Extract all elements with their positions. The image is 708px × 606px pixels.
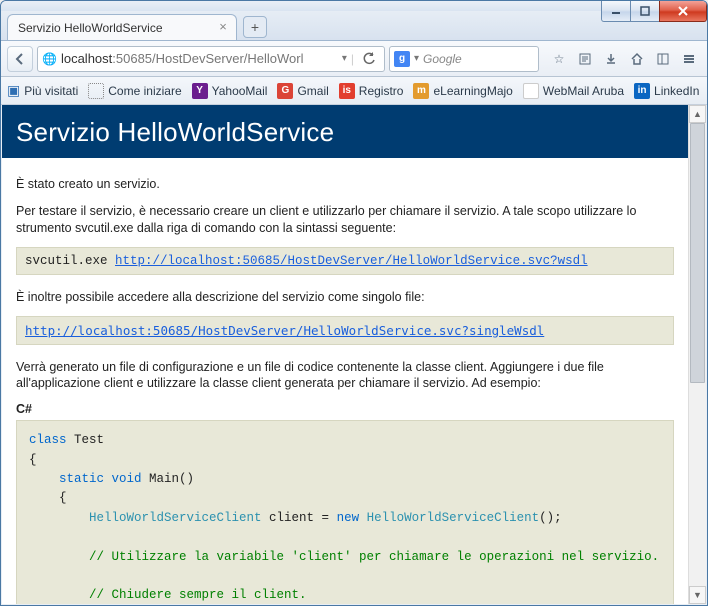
bookmark-linkedin[interactable]: in LinkedIn: [634, 83, 699, 99]
bookmark-elearning[interactable]: m eLearningMajo: [413, 83, 512, 99]
reload-button[interactable]: [358, 48, 380, 70]
scroll-up-icon[interactable]: ▲: [689, 105, 706, 123]
bookmark-webmail-aruba[interactable]: WebMail Aruba: [523, 83, 624, 99]
single-wsdl-block: http://localhost:50685/HostDevServer/Hel…: [16, 316, 674, 345]
linkedin-icon: in: [634, 83, 650, 99]
single-wsdl-link[interactable]: http://localhost:50685/HostDevServer/Hel…: [25, 323, 544, 338]
bookmark-yahoomail[interactable]: Y YahooMail: [192, 83, 268, 99]
bookmark-getting-started[interactable]: Come iniziare: [88, 83, 181, 99]
url-history-dropdown-icon[interactable]: ▾: [342, 53, 347, 64]
getting-started-icon: [88, 83, 104, 99]
browser-tab[interactable]: Servizio HelloWorldService ×: [7, 14, 237, 40]
bookmarks-toolbar: ▣ Più visitati Come iniziare Y YahooMail…: [1, 77, 707, 105]
scroll-down-icon[interactable]: ▼: [689, 586, 706, 604]
bookmark-gmail[interactable]: G Gmail: [277, 83, 328, 99]
window-close-button[interactable]: [659, 1, 707, 22]
menu-button[interactable]: [677, 46, 701, 72]
window-minimize-button[interactable]: [601, 1, 631, 22]
back-button[interactable]: [7, 46, 33, 72]
page-title: Servizio HelloWorldService: [16, 117, 674, 148]
service-created-text: È stato creato un servizio.: [16, 176, 674, 193]
url-text: localhost:50685/HostDevServer/HelloWorl: [61, 51, 338, 66]
bookmark-star-button[interactable]: ☆: [547, 46, 571, 72]
generation-paragraph: Verrà generato un file di configurazione…: [16, 359, 674, 393]
sidebar-button[interactable]: [651, 46, 675, 72]
yahoo-icon: Y: [192, 83, 208, 99]
most-visited-icon: ▣: [7, 82, 20, 99]
test-instructions-text: Per testare il servizio, è necessario cr…: [16, 203, 674, 237]
bookmark-most-visited[interactable]: ▣ Più visitati: [7, 82, 78, 99]
csharp-sample-code: class Test { static void Main() { HelloW…: [16, 420, 674, 604]
page-content: Servizio HelloWorldService È stato creat…: [2, 105, 688, 604]
wsdl-link[interactable]: http://localhost:50685/HostDevServer/Hel…: [115, 254, 588, 268]
language-label: C#: [16, 402, 674, 416]
navigation-toolbar: 🌐 localhost:50685/HostDevServer/HelloWor…: [1, 41, 707, 77]
tab-title: Servizio HelloWorldService: [18, 21, 163, 35]
search-placeholder: Google: [423, 52, 534, 66]
site-identity-icon[interactable]: 🌐: [42, 52, 57, 66]
home-button[interactable]: [625, 46, 649, 72]
gmail-icon: G: [277, 83, 293, 99]
elearning-icon: m: [413, 83, 429, 99]
downloads-button[interactable]: [599, 46, 623, 72]
reader-view-button[interactable]: [573, 46, 597, 72]
registro-icon: is: [339, 83, 355, 99]
search-bar[interactable]: g ▾ Google: [389, 46, 539, 72]
tab-close-icon[interactable]: ×: [216, 20, 230, 34]
page-viewport: Servizio HelloWorldService È stato creat…: [2, 105, 706, 604]
scrollbar-thumb[interactable]: [690, 123, 705, 383]
window-controls: [602, 1, 707, 23]
bookmark-registro[interactable]: is Registro: [339, 83, 404, 99]
vertical-scrollbar[interactable]: ▲ ▼: [688, 105, 706, 604]
svcutil-command-block: svcutil.exe http://localhost:50685/HostD…: [16, 247, 674, 275]
window-maximize-button[interactable]: [630, 1, 660, 22]
single-file-intro-text: È inoltre possibile accedere alla descri…: [16, 289, 674, 306]
webmail-icon: [523, 83, 539, 99]
new-tab-button[interactable]: +: [243, 16, 267, 38]
search-engine-dropdown-icon[interactable]: ▾: [414, 53, 419, 64]
address-bar[interactable]: 🌐 localhost:50685/HostDevServer/HelloWor…: [37, 46, 385, 72]
search-engine-icon[interactable]: g: [394, 51, 410, 67]
browser-window: Servizio HelloWorldService × + 🌐 localho…: [0, 0, 708, 606]
service-header: Servizio HelloWorldService: [2, 105, 688, 158]
